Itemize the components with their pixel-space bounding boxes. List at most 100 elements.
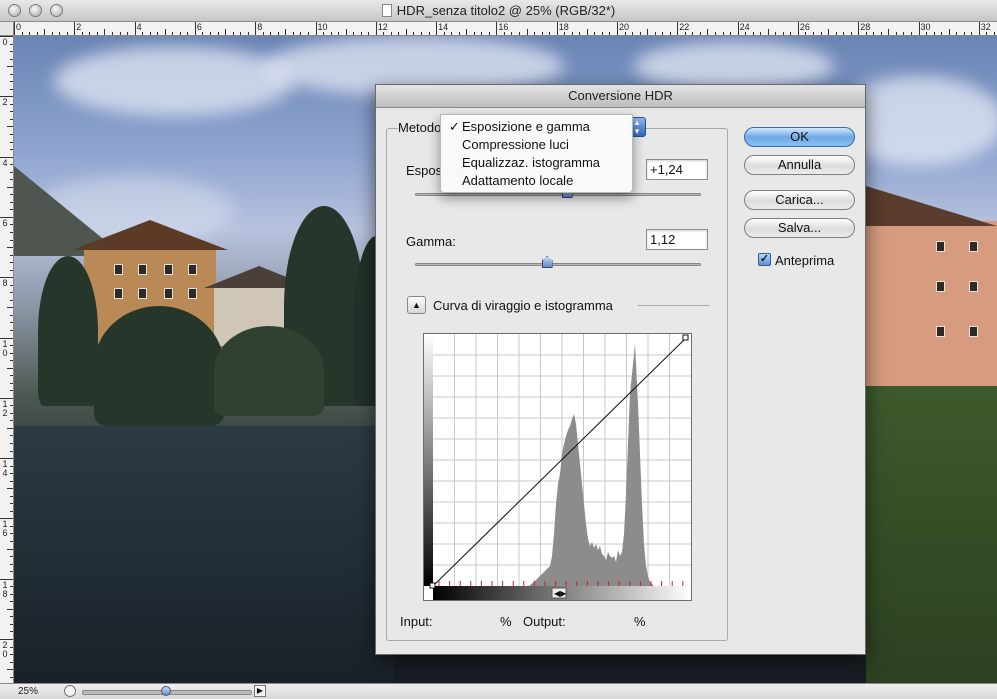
- ruler-tick: [413, 32, 415, 35]
- exposure-slider-track[interactable]: [415, 193, 701, 196]
- ruler-tick: [918, 22, 920, 35]
- collapse-toggle-icon[interactable]: ▲: [407, 296, 426, 314]
- menu-item-highlight-compression[interactable]: Compressione luci: [441, 136, 634, 154]
- ruler-tick: [10, 510, 13, 512]
- horizontal-ruler[interactable]: 0 2 4 6 8 10 12 14 16 18 20 22 24 26 28 30 32: [14, 22, 997, 36]
- ruler-tick: [586, 29, 588, 35]
- ruler-tick: [10, 563, 13, 565]
- menu-item-label: Esposizione e gamma: [462, 119, 590, 134]
- zoom-options-button[interactable]: [64, 685, 76, 697]
- ruler-tick: [247, 32, 249, 35]
- ruler-tick: [10, 654, 13, 656]
- ruler-tick: [398, 32, 400, 35]
- ruler-tick: [752, 32, 754, 35]
- ruler-tick: [149, 32, 151, 35]
- ruler-tick: [737, 22, 739, 35]
- ruler-tick: [421, 32, 423, 35]
- exposure-field[interactable]: +1,24: [646, 159, 708, 180]
- menu-item-histogram-equalization[interactable]: Equalizzaz. istogramma: [441, 154, 634, 172]
- ruler-tick: [10, 390, 13, 392]
- save-button[interactable]: Salva...: [744, 218, 855, 238]
- status-menu-arrow-icon[interactable]: ▶: [254, 685, 266, 697]
- ruler-tick: [277, 32, 279, 35]
- ruler-tick: [473, 32, 475, 35]
- ruler-tick: [941, 32, 943, 35]
- ruler-tick: [677, 22, 679, 35]
- ruler-label: 6: [2, 217, 8, 228]
- ruler-tick: [797, 22, 799, 35]
- ruler-label: 1 8: [2, 579, 8, 599]
- ruler-tick: [828, 29, 830, 35]
- preview-checkbox[interactable]: ✓: [758, 253, 771, 266]
- curve-section-label: Curva di viraggio e istogramma: [433, 298, 613, 313]
- ruler-tick: [390, 32, 392, 35]
- ruler-tick: [59, 32, 61, 35]
- ruler-tick: [10, 231, 13, 233]
- ruler-tick: [7, 427, 13, 429]
- ruler-tick: [10, 646, 13, 648]
- ruler-tick: [10, 420, 13, 422]
- section-divider: [638, 305, 710, 306]
- ruler-tick: [194, 22, 196, 35]
- ruler-tick: [217, 32, 219, 35]
- ruler-tick: [10, 556, 13, 558]
- ruler-tick: [323, 32, 325, 35]
- tone-curve-histogram[interactable]: ◀▶: [423, 333, 692, 601]
- ruler-tick: [534, 32, 536, 35]
- ruler-tick: [187, 32, 189, 35]
- ruler-tick: [632, 32, 634, 35]
- ruler-label: 20: [619, 22, 630, 32]
- load-button[interactable]: Carica...: [744, 190, 855, 210]
- svg-text:◀▶: ◀▶: [554, 589, 567, 598]
- zoom-slider-thumb[interactable]: [161, 686, 171, 696]
- ruler-tick: [910, 32, 912, 35]
- ruler-tick: [549, 32, 551, 35]
- ruler-tick: [7, 186, 13, 188]
- method-dropdown-menu: ✓ Esposizione e gamma Compressione luci …: [440, 114, 633, 193]
- ruler-tick: [956, 32, 958, 35]
- ok-button[interactable]: OK: [744, 127, 855, 147]
- ruler-label: 8: [257, 22, 263, 32]
- menu-item-exposure-gamma[interactable]: ✓ Esposizione e gamma: [441, 118, 634, 136]
- ruler-tick: [10, 382, 13, 384]
- ruler-tick: [81, 32, 83, 35]
- output-label: Output:: [523, 614, 566, 629]
- gamma-field[interactable]: 1,12: [646, 229, 708, 250]
- ruler-tick: [10, 262, 13, 264]
- ruler-tick: [232, 32, 234, 35]
- ruler-tick: [270, 32, 272, 35]
- ruler-tick: [835, 32, 837, 35]
- ruler-tick: [405, 29, 407, 35]
- ruler-tick: [10, 224, 13, 226]
- ruler-label: 2: [76, 22, 82, 32]
- ruler-tick: [993, 32, 995, 35]
- ruler-tick: [662, 32, 664, 35]
- ruler-corner[interactable]: [0, 22, 14, 36]
- document-title-text: HDR_senza titolo2 @ 25% (RGB/32*): [396, 3, 616, 18]
- ruler-tick: [10, 443, 13, 445]
- ruler-tick: [933, 32, 935, 35]
- status-bar: 25% ▶: [0, 683, 997, 699]
- ruler-tick: [10, 314, 13, 316]
- ruler-tick: [865, 32, 867, 35]
- ruler-tick: [10, 88, 13, 90]
- input-percent: %: [500, 614, 512, 629]
- ruler-tick: [96, 32, 98, 35]
- ruler-tick: [10, 360, 13, 362]
- curve-point-start: [429, 582, 436, 589]
- ruler-tick: [7, 608, 13, 610]
- ruler-tick: [315, 22, 317, 35]
- ruler-tick: [285, 29, 287, 35]
- menu-item-label: Adattamento locale: [462, 173, 574, 188]
- ruler-tick: [858, 22, 860, 35]
- gamma-slider-track[interactable]: [415, 263, 701, 266]
- ruler-label: 2 0: [2, 640, 8, 659]
- cancel-button[interactable]: Annulla: [744, 155, 855, 175]
- window-title-bar[interactable]: HDR_senza titolo2 @ 25% (RGB/32*): [0, 0, 997, 22]
- vertical-ruler[interactable]: 0 2 4 6 8 1 0 1 2 1 4 1 6 1 8 2 0: [0, 36, 14, 683]
- menu-item-local-adaptation[interactable]: Adattamento locale: [441, 172, 634, 190]
- ruler-tick: [10, 171, 13, 173]
- ruler-tick: [10, 586, 13, 588]
- zoom-level[interactable]: 25%: [18, 686, 38, 697]
- ruler-tick: [519, 32, 520, 35]
